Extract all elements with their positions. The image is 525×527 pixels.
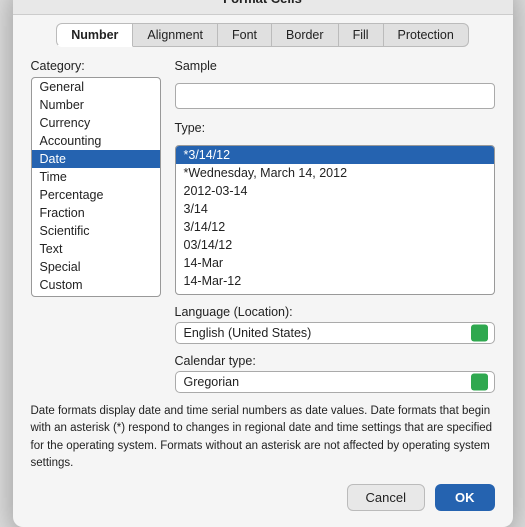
language-dropdown-wrapper: English (United States)English (UK)Frenc… (175, 322, 495, 344)
calendar-row: Calendar type: GregorianIslamicHebrewJap… (175, 354, 495, 393)
tab-border[interactable]: Border (272, 23, 339, 47)
sample-box (175, 83, 495, 109)
category-item-date[interactable]: Date (32, 150, 160, 168)
language-label: Language (Location): (175, 305, 495, 319)
category-item-time[interactable]: Time (32, 168, 160, 186)
tab-content: Category: General Number Currency Accoun… (13, 47, 513, 527)
tab-font[interactable]: Font (218, 23, 272, 47)
category-item-scientific[interactable]: Scientific (32, 222, 160, 240)
category-item-fraction[interactable]: Fraction (32, 204, 160, 222)
format-cells-dialog: Format Cells Number Alignment Font Borde… (13, 0, 513, 527)
category-item-accounting[interactable]: Accounting (32, 132, 160, 150)
ok-button[interactable]: OK (435, 484, 495, 511)
calendar-select[interactable]: GregorianIslamicHebrewJapanese (175, 371, 495, 393)
left-panel: Category: General Number Currency Accoun… (31, 59, 161, 393)
category-list[interactable]: General Number Currency Accounting Date … (31, 77, 161, 297)
type-item-3[interactable]: 3/14 (176, 200, 494, 218)
tab-fill[interactable]: Fill (339, 23, 384, 47)
type-label: Type: (175, 121, 495, 135)
category-item-text[interactable]: Text (32, 240, 160, 258)
category-label: Category: (31, 59, 161, 73)
category-item-number[interactable]: Number (32, 96, 160, 114)
calendar-label: Calendar type: (175, 354, 495, 368)
category-item-currency[interactable]: Currency (32, 114, 160, 132)
tab-alignment[interactable]: Alignment (133, 23, 218, 47)
tab-protection[interactable]: Protection (384, 23, 469, 47)
tab-number[interactable]: Number (56, 23, 133, 47)
right-panel: Sample Type: *3/14/12 *Wednesday, March … (175, 59, 495, 393)
category-item-special[interactable]: Special (32, 258, 160, 276)
description-text: Date formats display date and time seria… (31, 403, 495, 472)
type-item-7[interactable]: 14-Mar-12 (176, 272, 494, 290)
calendar-dropdown-wrapper: GregorianIslamicHebrewJapanese ⇅ (175, 371, 495, 393)
category-item-percentage[interactable]: Percentage (32, 186, 160, 204)
tab-bar: Number Alignment Font Border Fill Protec… (13, 15, 513, 47)
type-item-0[interactable]: *3/14/12 (176, 146, 494, 164)
cancel-button[interactable]: Cancel (347, 484, 425, 511)
button-row: Cancel OK (31, 480, 495, 517)
type-item-6[interactable]: 14-Mar (176, 254, 494, 272)
category-item-general[interactable]: General (32, 78, 160, 96)
type-item-2[interactable]: 2012-03-14 (176, 182, 494, 200)
type-item-1[interactable]: *Wednesday, March 14, 2012 (176, 164, 494, 182)
type-item-4[interactable]: 3/14/12 (176, 218, 494, 236)
language-row: Language (Location): English (United Sta… (175, 305, 495, 344)
category-item-custom[interactable]: Custom (32, 276, 160, 294)
dialog-title: Format Cells (13, 0, 513, 15)
type-list[interactable]: *3/14/12 *Wednesday, March 14, 2012 2012… (175, 145, 495, 295)
language-select[interactable]: English (United States)English (UK)Frenc… (175, 322, 495, 344)
sample-label: Sample (175, 59, 495, 73)
type-item-5[interactable]: 03/14/12 (176, 236, 494, 254)
main-row: Category: General Number Currency Accoun… (31, 59, 495, 393)
